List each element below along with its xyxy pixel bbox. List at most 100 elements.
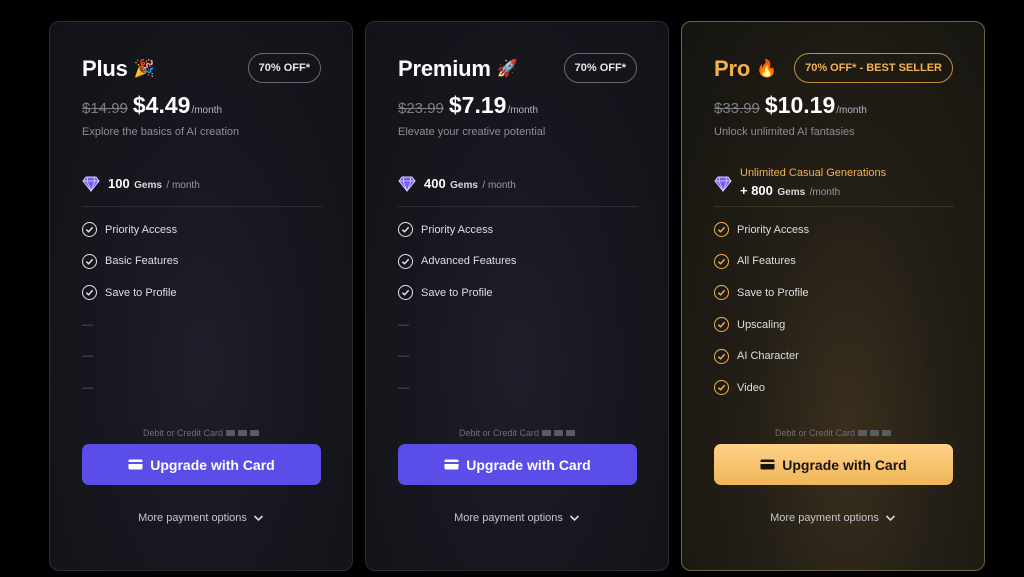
plan-title: Plus 🎉 xyxy=(82,56,155,82)
check-circle-icon xyxy=(714,253,729,269)
plan-tagline: Elevate your creative potential xyxy=(398,126,546,138)
payment-hint-text: Debit or Credit Card xyxy=(458,428,540,438)
payment-hint: Debit or Credit Card xyxy=(50,428,352,438)
plan-title: Premium 🚀 xyxy=(398,56,518,82)
feature-item: Upscaling xyxy=(714,309,954,341)
feature-empty: — xyxy=(398,372,638,404)
card-brand-icon xyxy=(226,430,236,436)
plan-title: Pro 🔥 xyxy=(714,56,777,82)
check-circle-icon xyxy=(714,380,729,396)
plan-card-pro: Pro 🔥 70% OFF* - BEST SELLER $33.99 $10.… xyxy=(681,21,985,571)
feature-item: All Features xyxy=(714,246,954,278)
upgrade-with-card-button[interactable]: Upgrade with Card xyxy=(714,444,953,485)
gems-row: Unlimited Casual Generations + 800 Gems … xyxy=(714,167,954,200)
check-circle-icon xyxy=(82,285,97,301)
feature-label: AI Character xyxy=(737,350,799,363)
feature-label: Basic Features xyxy=(105,255,179,268)
more-payment-label: More payment options xyxy=(770,512,879,524)
gems-row: 100 Gems / month xyxy=(82,175,322,193)
discount-badge: 70% OFF* xyxy=(247,53,321,83)
feature-item: Video xyxy=(714,372,954,404)
check-circle-icon xyxy=(398,285,413,301)
feature-dash: — xyxy=(398,381,409,394)
more-payment-label: More payment options xyxy=(138,512,247,524)
price-period: /month xyxy=(191,105,223,116)
divider xyxy=(82,206,322,207)
feature-empty: — xyxy=(82,372,322,404)
check-circle-icon xyxy=(398,222,413,238)
feature-label: Advanced Features xyxy=(421,255,517,268)
gems-unit: Gems xyxy=(777,187,806,198)
chevron-down-icon xyxy=(569,515,579,522)
divider xyxy=(714,206,954,207)
feature-empty: — xyxy=(398,340,638,372)
check-circle-icon xyxy=(82,222,97,238)
feature-empty: — xyxy=(398,309,638,341)
fire-icon: 🔥 xyxy=(756,59,778,78)
plan-tagline: Explore the basics of AI creation xyxy=(82,126,240,138)
gems-amount: 400 xyxy=(424,176,446,191)
feature-label: Priority Access xyxy=(105,223,178,236)
more-payment-options[interactable]: More payment options xyxy=(682,512,984,524)
divider xyxy=(398,206,638,207)
check-circle-icon xyxy=(714,317,729,333)
feature-list: Priority Access Basic Features Save to P… xyxy=(82,214,322,404)
feature-label: Save to Profile xyxy=(105,286,177,299)
feature-empty: — xyxy=(82,340,322,372)
gems-amount: 100 xyxy=(108,176,130,191)
feature-item: Save to Profile xyxy=(398,277,638,309)
payment-hint: Debit or Credit Card xyxy=(682,428,984,438)
feature-label: Video xyxy=(737,381,765,394)
chevron-down-icon xyxy=(885,515,895,522)
feature-label: Priority Access xyxy=(421,223,494,236)
check-circle-icon xyxy=(82,253,97,269)
upgrade-with-card-button[interactable]: Upgrade with Card xyxy=(82,444,321,485)
gems-period: /month xyxy=(809,187,841,198)
feature-label: Upscaling xyxy=(737,318,786,331)
check-circle-icon xyxy=(714,285,729,301)
gems-period: / month xyxy=(482,180,516,191)
feature-label: Priority Access xyxy=(737,223,810,236)
old-price: $23.99 xyxy=(398,100,444,117)
upgrade-with-card-button[interactable]: Upgrade with Card xyxy=(398,444,637,485)
price-row: $33.99 $10.19 /month xyxy=(714,92,867,119)
feature-list: Priority Access Advanced Features Save t… xyxy=(398,214,638,404)
more-payment-options[interactable]: More payment options xyxy=(50,512,352,524)
feature-dash: — xyxy=(398,350,409,363)
feature-label: Save to Profile xyxy=(421,286,493,299)
feature-item: AI Character xyxy=(714,340,954,372)
plan-name: Premium xyxy=(398,56,491,81)
price-period: /month xyxy=(507,105,539,116)
feature-item: Priority Access xyxy=(398,214,638,246)
plan-card-plus: Plus 🎉 70% OFF* $14.99 $4.49 /month Expl… xyxy=(49,21,353,571)
gems-amount: + 800 xyxy=(740,183,773,198)
old-price: $33.99 xyxy=(714,100,760,117)
gem-icon xyxy=(398,176,416,192)
card-brand-icon xyxy=(566,430,576,436)
credit-card-icon xyxy=(760,459,775,470)
feature-item: Save to Profile xyxy=(714,277,954,309)
plan-card-premium: Premium 🚀 70% OFF* $23.99 $7.19 /month E… xyxy=(365,21,669,571)
plan-name: Plus xyxy=(82,56,128,81)
current-price: $7.19 xyxy=(448,92,507,118)
chevron-down-icon xyxy=(253,515,263,522)
check-circle-icon xyxy=(714,222,729,238)
party-popper-icon: 🎉 xyxy=(133,59,155,78)
old-price: $14.99 xyxy=(82,100,128,117)
card-brand-icon xyxy=(858,430,868,436)
feature-label: All Features xyxy=(737,255,796,268)
more-payment-options[interactable]: More payment options xyxy=(366,512,668,524)
feature-dash: — xyxy=(82,318,93,331)
card-brand-icon xyxy=(870,430,880,436)
price-period: /month xyxy=(836,105,867,116)
feature-item: Priority Access xyxy=(714,214,954,246)
gem-icon xyxy=(714,176,732,192)
price-row: $14.99 $4.49 /month xyxy=(82,92,222,119)
card-brand-icon xyxy=(250,430,260,436)
payment-hint-text: Debit or Credit Card xyxy=(774,428,856,438)
card-brand-icon xyxy=(542,430,552,436)
best-seller-badge: 70% OFF* - BEST SELLER xyxy=(794,53,953,83)
plan-name: Pro xyxy=(714,56,751,81)
feature-dash: — xyxy=(82,381,93,394)
feature-item: Advanced Features xyxy=(398,246,638,278)
